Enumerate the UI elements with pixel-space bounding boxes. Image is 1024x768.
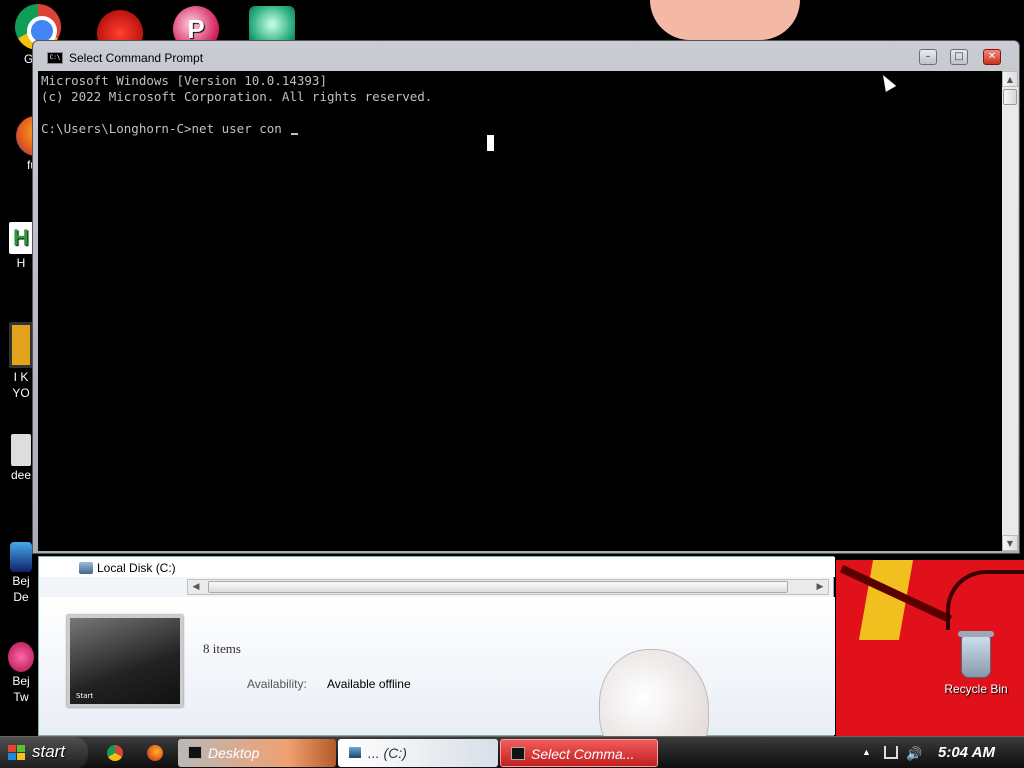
start-button[interactable]: start [0, 737, 88, 768]
scroll-thumb[interactable] [208, 581, 788, 593]
video-icon [9, 322, 33, 368]
explorer-window: Local Disk (C:) ◀ ▶ Start 8 items Availa… [38, 556, 835, 768]
taskbar: start Desktop ... (C:) Select Comma... ▲… [0, 736, 1024, 768]
close-button[interactable]: ✕ [983, 49, 1001, 65]
gem-twist-icon [8, 642, 34, 672]
quicklaunch-firefox-icon[interactable] [147, 745, 163, 761]
file-icon [11, 434, 31, 466]
clock[interactable]: 5:04 AM [938, 744, 995, 761]
command-line[interactable]: C:\Users\Longhorn-C>net user con [41, 121, 999, 137]
console-line: Microsoft Windows [Version 10.0.14393] [41, 73, 327, 88]
horizontal-scrollbar[interactable]: ◀ ▶ [187, 579, 829, 595]
vertical-scrollbar[interactable]: ▲ ▼ [1002, 71, 1018, 551]
item-count: 8 items [203, 641, 241, 656]
cmd-icon [511, 747, 525, 760]
nav-item-local-disk[interactable]: Local Disk (C:) [79, 561, 176, 575]
desktop-icon-recycle-bin[interactable]: Recycle Bin [940, 631, 1012, 696]
desktop-icon-bejeweled-twist[interactable]: Bej Tw [4, 642, 38, 704]
prompt-text: C:\Users\Longhorn-C>net user con [41, 121, 290, 136]
taskbar-item-explorer[interactable]: ... (C:) [338, 739, 498, 767]
taskbar-item-command-prompt[interactable]: Select Comma... [500, 739, 658, 767]
scroll-thumb[interactable] [1003, 89, 1017, 105]
availability-value: Available offline [327, 677, 411, 691]
gem-icon [10, 542, 32, 572]
drive-icon [79, 562, 93, 574]
command-prompt-window[interactable]: C:\ Select Command Prompt – □ ✕ Microsof… [32, 40, 1020, 554]
show-hidden-icons-button[interactable]: ▲ [862, 747, 871, 757]
volume-icon[interactable]: 🔊 [906, 746, 922, 762]
scroll-left-button[interactable]: ◀ [188, 580, 204, 594]
minimize-button[interactable]: – [919, 49, 937, 65]
quicklaunch-chrome-icon[interactable] [107, 745, 123, 761]
explorer-icon [348, 746, 362, 759]
details-pane: Start 8 items Availability: Available of… [39, 597, 835, 768]
scroll-up-button[interactable]: ▲ [1002, 71, 1018, 87]
taskbar-item-desktop[interactable]: Desktop [178, 739, 336, 767]
scroll-right-button[interactable]: ▶ [812, 580, 828, 594]
cmd-icon: C:\ [47, 52, 63, 64]
recycle-bin-icon [958, 631, 994, 678]
document-icon: H [9, 222, 33, 254]
console-line: (c) 2022 Microsoft Corporation. All righ… [41, 89, 433, 104]
selection-cursor [487, 135, 494, 151]
window-titlebar[interactable]: C:\ Select Command Prompt – □ ✕ [33, 41, 1019, 71]
text-cursor [291, 133, 299, 135]
window-title: Select Command Prompt [69, 51, 204, 65]
console-output[interactable]: Microsoft Windows [Version 10.0.14393] (c… [38, 71, 1002, 551]
maximize-button[interactable]: □ [950, 49, 968, 65]
system-tray: ▲ 🔊 5:04 AM [856, 737, 1024, 768]
scroll-down-button[interactable]: ▼ [1002, 535, 1018, 551]
availability-label: Availability: [247, 677, 307, 691]
windows-logo-icon [8, 745, 26, 761]
wallpaper-shape [650, 0, 800, 40]
network-icon[interactable] [884, 746, 898, 759]
drive-thumbnail: Start [67, 615, 183, 707]
desktop-icon [188, 746, 202, 759]
navigation-pane: Local Disk (C:) [39, 557, 835, 577]
